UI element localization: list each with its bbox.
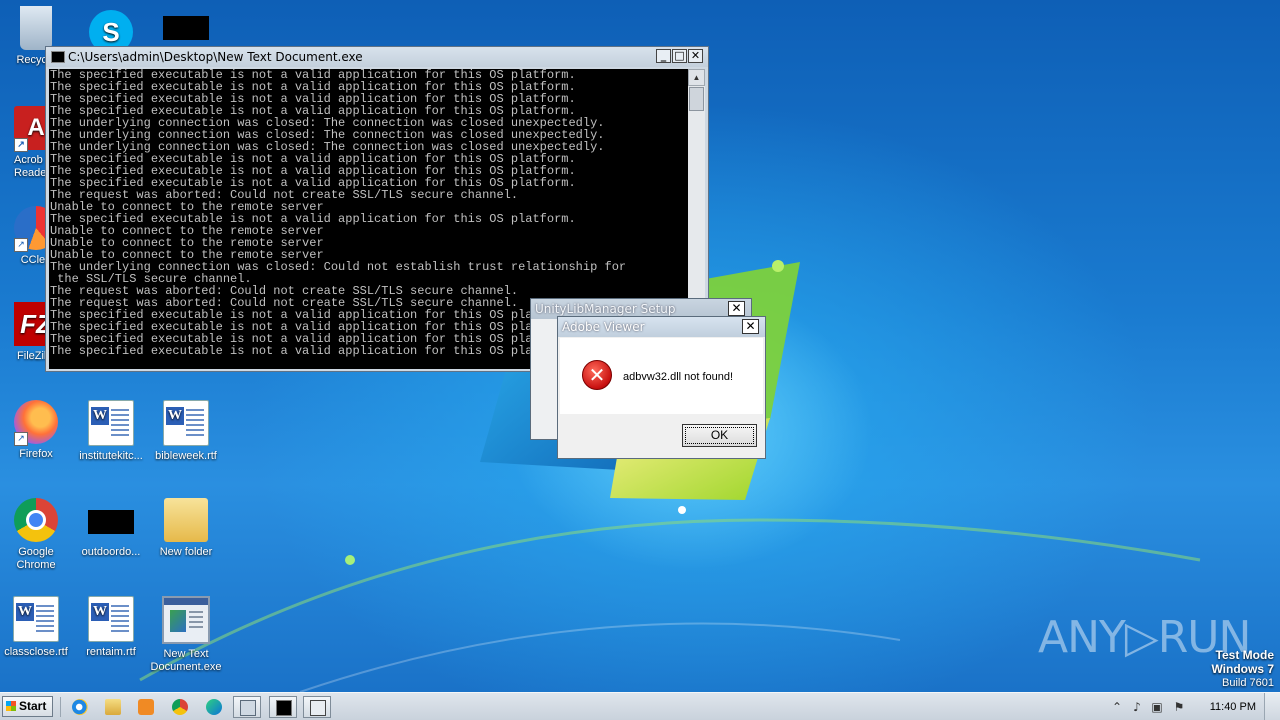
taskbar-clock[interactable]: 11:40 PM [1210, 701, 1256, 713]
minimize-button[interactable]: _ [656, 49, 671, 63]
close-button[interactable]: ✕ [688, 49, 703, 63]
desktop-icon-classclose[interactable]: W classclose.rtf [0, 596, 72, 659]
redacted-icon [88, 510, 134, 534]
word-document-icon: W [88, 400, 134, 446]
unity-dialog-title: UnityLibManager Setup [535, 302, 676, 316]
error-icon: ✕ [582, 360, 612, 390]
word-document-icon: W [13, 596, 59, 642]
firefox-icon: ↗ [14, 400, 58, 446]
windows-logo-icon [6, 701, 16, 711]
test-mode-watermark: Test Mode Windows 7 Build 7601 [1211, 648, 1274, 690]
desktop-icon-rentaim[interactable]: W rentaim.rtf [75, 596, 147, 659]
recycle-bin-icon [20, 6, 52, 50]
icon-label: Firefox [19, 448, 53, 460]
desktop: Recycle S A ↗ Acrob Reader ↗ CClea FZ Fil… [0, 0, 1280, 692]
ok-button[interactable]: OK [682, 424, 757, 447]
close-icon[interactable]: ✕ [742, 319, 759, 334]
desktop-icon-chrome[interactable]: Google Chrome [0, 498, 72, 572]
maximize-button[interactable]: □ [672, 49, 687, 63]
taskbar-window-console[interactable] [269, 696, 297, 718]
taskbar-file-explorer[interactable] [99, 696, 127, 718]
volume-icon[interactable]: ♪ [1130, 700, 1144, 714]
media-player-icon [138, 699, 154, 715]
executable-icon [162, 596, 210, 644]
icon-label: classclose.rtf [4, 646, 68, 658]
icon-label: institutekitc... [79, 450, 143, 462]
action-center-flag-icon[interactable]: ⚑ [1172, 700, 1186, 714]
icon-label: outdoordo... [81, 546, 141, 558]
desktop-icon-bibleweek[interactable]: W bibleweek.rtf [150, 400, 222, 463]
desktop-icon-outdoordo[interactable]: outdoordo... [75, 498, 147, 559]
desktop-icon-institutekitc[interactable]: W institutekitc... [75, 400, 147, 463]
chrome-icon [172, 699, 188, 715]
show-hidden-icons-icon[interactable]: ⌃ [1110, 700, 1124, 714]
folder-icon [164, 498, 208, 542]
chrome-icon [14, 498, 58, 542]
console-window-icon [276, 700, 292, 716]
show-desktop-button[interactable] [1264, 693, 1280, 720]
desktop-icon-redacted[interactable] [150, 16, 222, 44]
dialog-window-icon [310, 700, 326, 716]
icon-label: bibleweek.rtf [155, 450, 217, 462]
desktop-icon-firefox[interactable]: ↗ Firefox [0, 400, 72, 461]
taskbar-internet-explorer[interactable] [66, 696, 94, 718]
adobe-dialog-titlebar[interactable]: Adobe Viewer ✕ [558, 317, 765, 337]
os-label: Windows 7 [1211, 662, 1274, 676]
taskbar-media-player[interactable] [132, 696, 160, 718]
start-label: Start [19, 699, 47, 713]
network-icon[interactable]: ▣ [1150, 700, 1164, 714]
console-titlebar[interactable]: C:\Users\admin\Desktop\New Text Document… [46, 47, 708, 67]
error-message: adbvw32.dll not found! [623, 371, 734, 383]
adobe-dialog-title: Adobe Viewer [562, 320, 645, 334]
desktop-icon-new-folder[interactable]: New folder [150, 498, 222, 559]
edge-icon [206, 699, 222, 715]
taskbar-window-setup[interactable] [233, 696, 261, 718]
taskbar-separator [60, 697, 61, 717]
internet-explorer-icon [72, 699, 88, 715]
scroll-up-arrow-icon[interactable]: ▲ [688, 69, 705, 86]
icon-label: Google Chrome [16, 546, 56, 571]
console-title: C:\Users\admin\Desktop\New Text Document… [68, 50, 363, 64]
folder-icon [105, 699, 121, 715]
build-label: Build 7601 [1222, 677, 1274, 689]
desktop-icon-new-text-document-exe[interactable]: New Text Document.exe [150, 596, 222, 674]
taskbar-edge[interactable] [200, 696, 228, 718]
window-icon [240, 700, 256, 716]
system-tray: ⌃ ♪ ▣ ⚑ 11:40 PM [1102, 693, 1280, 720]
start-button[interactable]: Start [2, 696, 53, 717]
taskbar-window-dialog[interactable] [303, 696, 331, 718]
close-icon[interactable]: ✕ [728, 301, 745, 316]
scroll-thumb[interactable] [689, 87, 704, 111]
icon-label: New Text Document.exe [150, 648, 222, 673]
word-document-icon: W [88, 596, 134, 642]
taskbar-chrome[interactable] [166, 696, 194, 718]
word-document-icon: W [163, 400, 209, 446]
dialog-body: ✕ adbvw32.dll not found! [560, 338, 763, 414]
taskbar: Start ⌃ ♪ ▣ ⚑ 11:40 PM [0, 692, 1280, 720]
redacted-icon [163, 16, 209, 40]
console-app-icon [51, 51, 65, 63]
adobe-viewer-dialog[interactable]: Adobe Viewer ✕ ✕ adbvw32.dll not found! … [557, 316, 766, 459]
icon-label: rentaim.rtf [86, 646, 136, 658]
test-mode-label: Test Mode [1215, 648, 1274, 662]
icon-label: New folder [159, 546, 213, 558]
